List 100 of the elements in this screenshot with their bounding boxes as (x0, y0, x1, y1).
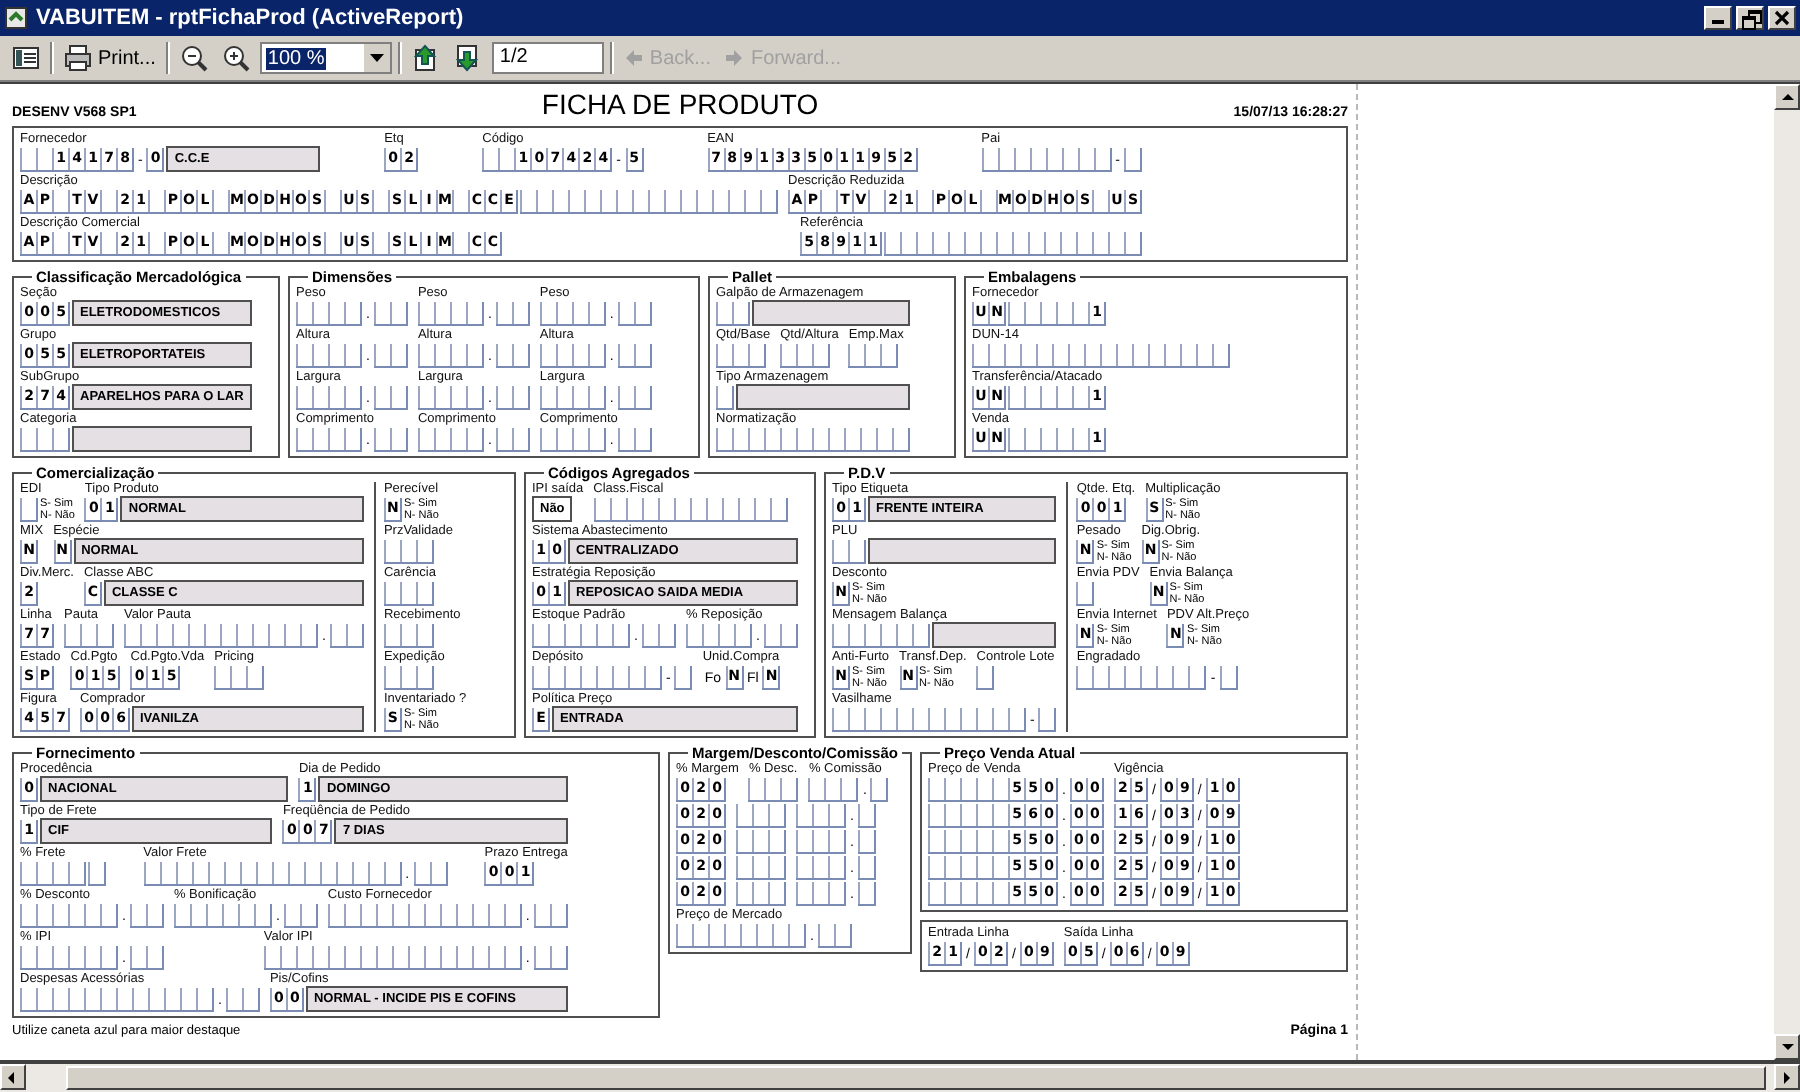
blank-char-field (64, 624, 114, 648)
blank-char-field (617, 428, 652, 452)
blank-char-field (763, 624, 798, 648)
printer-icon (64, 44, 92, 72)
blank-char-field (796, 856, 846, 880)
blank-char-field (283, 904, 318, 928)
blank-char-field (383, 666, 434, 690)
blank-char-field (417, 302, 484, 326)
blank-char-field (796, 882, 846, 906)
blank-char-field (832, 624, 930, 648)
blank-char-field (20, 904, 118, 928)
blank-char-field (533, 946, 568, 970)
caret-icon (369, 54, 384, 62)
vertical-scrollbar[interactable] (1774, 84, 1800, 1060)
table-of-contents-icon (12, 44, 40, 72)
blank-char-field (296, 428, 362, 452)
blank-char-field (296, 302, 362, 326)
blank-char-field (736, 856, 786, 880)
back-arrow-icon (623, 48, 644, 68)
next-page-icon (453, 44, 482, 72)
blank-char-field (617, 344, 652, 368)
blank-char-field (1124, 148, 1142, 172)
forward-arrow-icon (724, 48, 745, 68)
blank-char-field (539, 428, 606, 452)
blank-char-field (225, 988, 260, 1012)
blank-char-field (373, 428, 408, 452)
blank-char-field (539, 344, 606, 368)
blank-char-field (413, 862, 448, 886)
blank-char-field (383, 582, 434, 606)
blank-char-field (1076, 666, 1207, 690)
close-button[interactable] (1768, 6, 1796, 30)
blank-char-field (832, 540, 866, 564)
blank-char-field (495, 428, 530, 452)
blank-char-field (373, 344, 408, 368)
blank-char-field (685, 624, 752, 648)
blank-char-field (129, 946, 164, 970)
blank-char-field (736, 882, 786, 906)
blank-char-field (716, 302, 750, 326)
blank-char-field (417, 386, 484, 410)
blank-char-field (857, 804, 876, 828)
blank-char-field (373, 302, 408, 326)
blank-char-field (857, 882, 876, 906)
blank-char-field (214, 666, 265, 690)
blank-char-field (173, 904, 272, 928)
blank-char-field (617, 302, 652, 326)
blank-char-field (674, 666, 693, 690)
horizontal-scrollbar[interactable] (0, 1060, 1800, 1092)
blank-char-field (817, 924, 852, 948)
blank-char-field (736, 804, 786, 828)
restore-button[interactable] (1736, 6, 1764, 30)
page-number-field[interactable]: 1/2 (491, 42, 604, 74)
blank-char-field (20, 428, 70, 452)
blank-char-field (532, 666, 662, 690)
blank-char-field (495, 386, 530, 410)
blank-char-field (539, 386, 606, 410)
blank-char-field (417, 344, 484, 368)
app-icon (4, 6, 28, 30)
blank-char-field (676, 924, 806, 948)
blank-char-field (617, 386, 652, 410)
blank-char-field (848, 344, 899, 368)
blank-char-field (976, 666, 995, 690)
blank-char-field (1038, 708, 1057, 732)
zoom-out-icon (179, 44, 208, 72)
blank-char-field (383, 540, 434, 564)
minimize-button[interactable] (1704, 6, 1732, 30)
blank-char-field (383, 624, 434, 648)
blank-char-field (532, 624, 630, 648)
blank-char-field (808, 778, 859, 802)
blank-char-field (20, 946, 118, 970)
previous-page-icon (411, 44, 440, 72)
blank-char-field (129, 904, 164, 928)
blank-char-field (296, 386, 362, 410)
blank-char-field (716, 386, 734, 410)
window-title: VABUITEM - rptFichaProd (ActiveReport) (36, 6, 466, 30)
blank-char-field (533, 904, 568, 928)
blank-char-field (373, 386, 408, 410)
blank-char-field (495, 344, 530, 368)
blank-char-field (296, 344, 362, 368)
blank-char-field (539, 302, 606, 326)
blank-char-field (857, 856, 876, 880)
value-box (932, 622, 1057, 648)
blank-char-field (329, 624, 364, 648)
zoom-in-icon (221, 44, 250, 72)
blank-char-field (716, 344, 766, 368)
print-button[interactable]: Print... (60, 40, 160, 76)
blank-char-field (1076, 582, 1095, 606)
blank-char-field (417, 428, 484, 452)
blank-char-field (495, 302, 530, 326)
report-title: FICHA DE PRODUTO (539, 88, 821, 120)
blank-char-field (1219, 666, 1238, 690)
blank-char-field (88, 862, 106, 886)
blank-char-field (748, 778, 799, 802)
blank-char-field (780, 344, 831, 368)
blank-char-field (20, 498, 38, 522)
close-icon (1774, 10, 1790, 26)
blank-char-field (870, 778, 889, 802)
blank-char-field (796, 804, 846, 828)
blank-char-field (641, 624, 676, 648)
zoom-dropdown[interactable]: 100 % (259, 42, 392, 74)
blank-char-field (796, 830, 846, 854)
